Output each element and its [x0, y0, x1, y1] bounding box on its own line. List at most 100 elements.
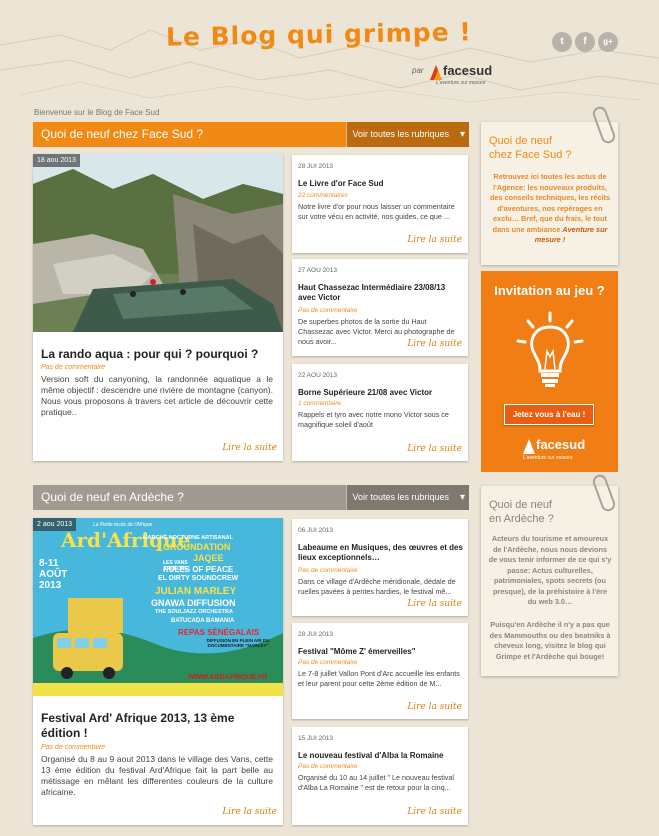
twitter-icon[interactable]: t [552, 32, 572, 52]
facesud-tagline: L'aventure sur mesure [436, 80, 486, 86]
read-more-link[interactable]: Lire la suite [407, 807, 462, 817]
section-header-facesud: Quoi de neuf chez Face Sud ? Voir toutes… [33, 122, 469, 147]
section-header-ardeche: Quoi de neuf en Ardèche ? Voir toutes le… [33, 485, 469, 510]
all-categories-label: Voir toutes les rubriques [352, 492, 449, 502]
post-title[interactable]: Haut Chassezac Intermédiaire 23/08/13 av… [298, 283, 463, 303]
post-title[interactable]: Le Livre d'or Face Sud [298, 179, 383, 189]
comment-count[interactable]: Pas de commentaire [41, 744, 105, 751]
post-date-badge: 2 aou 2013 [33, 518, 77, 531]
lightbulb-icon [516, 311, 584, 387]
read-more-link[interactable]: Lire la suite [407, 702, 462, 712]
section-title: Quoi de neuf chez Face Sud ? [41, 127, 204, 141]
poster-meals: REPAS SÉNÉGALAIS [178, 628, 260, 637]
read-more-link[interactable]: Lire la suite [222, 443, 277, 453]
google-plus-icon[interactable]: g+ [598, 32, 618, 52]
post-title[interactable]: Labeaume en Musiques, des œuvres et des … [298, 543, 463, 563]
facesud-logo-icon [523, 439, 535, 454]
poster-dates: 8-11 AOÛT 2013 [39, 558, 68, 591]
post-card[interactable]: 22 AOU 2013 Borne Supérieure 21/08 avec … [292, 364, 468, 461]
poster-act: RULES OF PEACE [163, 565, 234, 574]
read-more-link[interactable]: Lire la suite [407, 444, 462, 454]
featured-post-card[interactable]: La Petite école de l'Afrique Ard'Afrique… [33, 518, 283, 825]
mountain-lines-decoration [0, 29, 659, 103]
all-categories-button[interactable]: Voir toutes les rubriques ▾ [346, 122, 469, 147]
comment-count[interactable]: Pas de commentaire [298, 307, 358, 314]
featured-post-title[interactable]: La rando aqua : pour qui ? pourquoi ? [41, 347, 258, 361]
facesud-logo-icon[interactable] [428, 62, 444, 82]
featured-image[interactable]: 18 aou 2013 [33, 154, 283, 332]
post-date: 28 JUI 2013 [298, 631, 334, 638]
post-excerpt: Notre livre d'or pour nous laisser un co… [298, 202, 455, 221]
jump-in-button[interactable]: Jetez vous à l'eau ! [504, 404, 594, 425]
poster-act: JAQEE [193, 553, 224, 563]
featured-post-title[interactable]: Festival Ard' Afrique 2013, 13 ème éditi… [41, 711, 273, 741]
poster-act: GNAWA DIFFUSION [151, 598, 236, 608]
site-title[interactable]: Le Blog qui grimpe ! [166, 17, 472, 51]
poster-act: JULIAN MARLEY [155, 586, 237, 597]
comment-count[interactable]: 1 commentaire [298, 400, 341, 407]
note-title-line: chez Face Sud ? [489, 149, 572, 161]
post-title[interactable]: Le nouveau festival d'Alba la Romaine [298, 751, 444, 761]
promo-brand: facesud [536, 437, 586, 452]
all-categories-label: Voir toutes les rubriques [352, 129, 449, 139]
post-date: 06 JUI 2013 [298, 527, 334, 534]
comment-count[interactable]: Pas de commentaire [298, 659, 358, 666]
post-excerpt: Dans ce village d'Ardèche méridionale, d… [298, 577, 456, 596]
facebook-icon[interactable]: f [575, 32, 595, 52]
read-more-link[interactable]: Lire la suite [407, 599, 462, 609]
poster-act: GROUNDATION [163, 542, 231, 552]
note-text: Retrouvez ici toutes les actus de l'Agen… [488, 172, 612, 246]
featured-post-excerpt: Organisé du 8 au 9 aout 2013 dans le vil… [41, 754, 273, 797]
note-text: Acteurs du tourisme et amoureux de l'Ard… [488, 534, 612, 606]
poster-act: THE SOULJAZZ ORCHESTRA [155, 609, 233, 615]
poster-act: EL DIRTY SOUNDCREW [158, 575, 239, 582]
post-date-badge: 18 aou 2013 [33, 154, 80, 167]
post-date: 28 JUI 2013 [298, 163, 334, 170]
featured-post-card[interactable]: 18 aou 2013 La rando aqua : pour qui ? p… [33, 154, 283, 461]
promo-tagline: L'aventure sur mesure [523, 455, 573, 461]
read-more-link[interactable]: Lire la suite [222, 807, 277, 817]
featured-image[interactable]: La Petite école de l'Afrique Ard'Afrique… [33, 518, 283, 696]
post-date: 22 AOU 2013 [298, 372, 338, 379]
post-date: 27 AOU 2013 [298, 267, 338, 274]
game-invitation-banner[interactable]: Invitation au jeu ? Jetez vous à l'eau !… [481, 271, 618, 472]
post-card[interactable]: 28 JUI 2013 Festival "Môme Z' émerveille… [292, 623, 468, 719]
comment-count[interactable]: Pas de commentaire [41, 364, 105, 371]
facesud-logo-text[interactable]: facesud [443, 63, 492, 78]
note-title: Quoi de neuf en Ardèche ? [489, 498, 554, 526]
sidebar-note-facesud: Quoi de neuf chez Face Sud ? Retrouvez i… [481, 122, 618, 265]
chevron-down-icon: ▾ [459, 129, 465, 140]
note-text: Puisqu'en Ardèche il n'y a pas que des M… [489, 620, 611, 661]
canyon-photo [33, 154, 283, 332]
note-title: Quoi de neuf chez Face Sud ? [489, 134, 572, 162]
post-card[interactable]: 28 JUI 2013 Le Livre d'or Face Sud 22 co… [292, 155, 468, 253]
post-title[interactable]: Festival "Môme Z' émerveilles" [298, 647, 416, 657]
chevron-down-icon: ▾ [459, 492, 465, 503]
site-header: Le Blog qui grimpe ! par facesud L'avent… [0, 0, 659, 108]
comment-count[interactable]: Pas de commentaire [298, 763, 358, 770]
post-card[interactable]: 27 AOU 2013 Haut Chassezac Intermédiaire… [292, 259, 468, 356]
all-categories-button[interactable]: Voir toutes les rubriques ▾ [346, 485, 469, 510]
note-title-line: Quoi de neuf [489, 499, 552, 511]
post-date: 15 JUI 2013 [298, 735, 334, 742]
featured-post-excerpt: Version soft du canyoning, la randonnée … [41, 374, 273, 417]
note-title-line: en Ardèche ? [489, 513, 554, 525]
poster-market: MARCHÉ NOCTURNE ARTISANAL [143, 535, 233, 541]
post-title[interactable]: Borne Supérieure 21/08 avec Victor [298, 388, 432, 398]
poster-act: BATUCADA BAMANIA [171, 618, 235, 624]
byline-par: par [412, 66, 424, 75]
sidebar-note-ardeche: Quoi de neuf en Ardèche ? Acteurs du tou… [481, 486, 618, 676]
read-more-link[interactable]: Lire la suite [407, 235, 462, 245]
poster-website: WWW.ARDAFRIQUE.FR [188, 674, 268, 681]
post-card[interactable]: 06 JUI 2013 Labeaume en Musiques, des œu… [292, 519, 468, 616]
post-card[interactable]: 15 JUI 2013 Le nouveau festival d'Alba l… [292, 727, 468, 825]
section-title: Quoi de neuf en Ardèche ? [41, 490, 184, 504]
comment-count[interactable]: 22 commentaires [298, 192, 348, 199]
post-excerpt: Organisé du 10 au 14 juillet " Le nouvea… [298, 773, 454, 792]
poster-documentary: DIFFUSION EN PLEIN AIR DU DOCUMENTAIRE "… [206, 638, 270, 648]
post-excerpt: Le 7-8 juillet Vallon Pont d'Arc accueil… [298, 669, 460, 688]
read-more-link[interactable]: Lire la suite [407, 339, 462, 349]
comment-count[interactable]: Pas de commentaire [298, 567, 358, 574]
welcome-text: Bienvenue sur le Blog de Face Sud [34, 108, 160, 117]
post-excerpt: Rappels et tyro avec notre mono Victor s… [298, 410, 449, 429]
